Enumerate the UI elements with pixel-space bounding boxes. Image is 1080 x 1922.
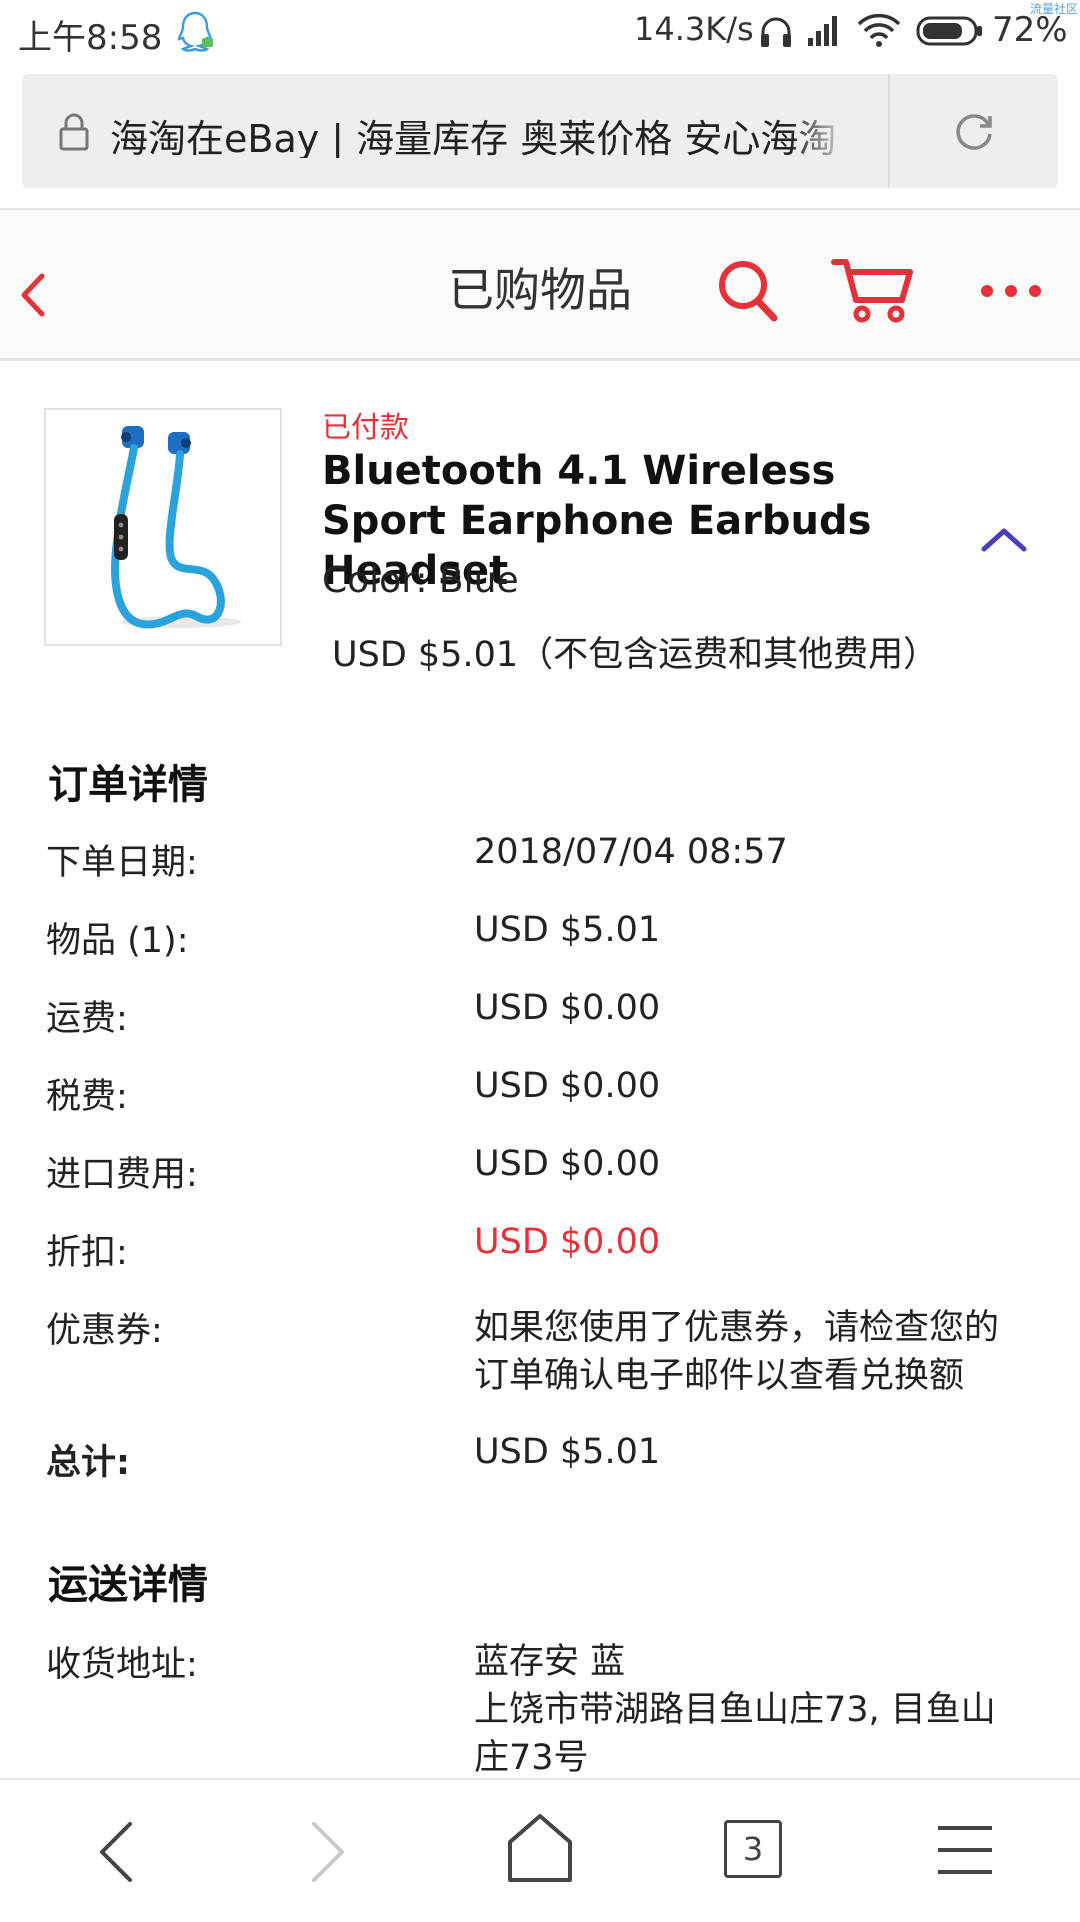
discount-label: 折扣: — [46, 1233, 128, 1273]
tax-label: 税费: — [46, 1077, 128, 1117]
reload-icon[interactable] — [952, 110, 996, 154]
coupon-label: 优惠券: — [46, 1311, 163, 1351]
import-fee-value: USD $0.00 — [474, 1144, 661, 1184]
menu-icon[interactable] — [936, 1822, 994, 1878]
home-icon[interactable] — [506, 1812, 574, 1884]
battery-icon — [916, 16, 982, 46]
headphone-icon — [761, 17, 791, 47]
cart-icon[interactable] — [830, 256, 916, 326]
total-value: USD $5.01 — [474, 1432, 661, 1472]
page-title: 已购物品 — [448, 263, 632, 317]
address-text-fade — [790, 100, 850, 160]
status-time: 上午8:58 — [18, 18, 163, 58]
address-label: 收货地址: — [46, 1645, 198, 1685]
product-variant: Color: Blue — [322, 560, 519, 601]
product-image[interactable] — [44, 408, 282, 646]
header-divider — [0, 358, 1080, 361]
more-options-icon[interactable] — [978, 282, 1044, 300]
network-speed: 14.3K/s — [634, 10, 754, 48]
earphone-product-icon — [111, 426, 241, 629]
address-line: 上饶市带湖路目鱼山庄73, 目鱼山庄73号 — [474, 1690, 996, 1778]
order-status: 已付款 — [322, 410, 410, 444]
lock-icon — [59, 113, 89, 151]
nav-forward-icon[interactable] — [308, 1820, 348, 1884]
discount-value: USD $0.00 — [474, 1222, 661, 1262]
items-label: 物品 (1): — [46, 921, 189, 961]
signal-icon — [808, 16, 837, 46]
import-fee-label: 进口费用: — [46, 1155, 198, 1195]
wifi-icon — [857, 13, 901, 47]
order-date-label: 下单日期: — [46, 843, 198, 883]
shipping-fee-value: USD $0.00 — [474, 988, 661, 1028]
order-details-title: 订单详情 — [48, 762, 208, 808]
recipient-name: 蓝存安 蓝 — [474, 1642, 626, 1682]
address-bar-text[interactable]: 海淘在eBay | 海量库存 奥莱价格 安心海淘 — [110, 108, 845, 158]
tabs-count-button[interactable]: 3 — [724, 1820, 782, 1878]
qq-icon — [177, 11, 213, 52]
order-date-value: 2018/07/04 08:57 — [474, 832, 788, 872]
product-price: USD $5.01（不包含运费和其他费用） — [332, 635, 939, 675]
address-bar-divider — [888, 74, 890, 188]
total-label: 总计: — [46, 1443, 130, 1483]
nav-back-icon[interactable] — [96, 1820, 136, 1884]
shipping-fee-label: 运费: — [46, 999, 128, 1039]
watermark: 流量社区 — [1030, 2, 1079, 16]
items-value: USD $5.01 — [474, 910, 661, 950]
search-icon[interactable] — [716, 258, 780, 324]
shipping-details-title: 运送详情 — [48, 1562, 208, 1608]
tax-value: USD $0.00 — [474, 1066, 661, 1106]
coupon-value: 如果您使用了优惠券，请检查您的订单确认电子邮件以查看兑换额 — [474, 1308, 1000, 1396]
chevron-up-icon[interactable] — [980, 524, 1028, 554]
